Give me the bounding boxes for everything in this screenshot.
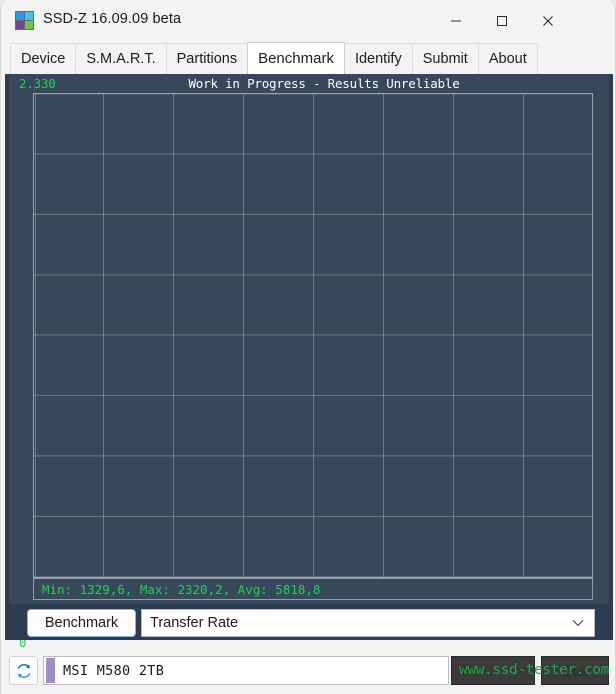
tab-identify[interactable]: Identify	[343, 43, 413, 74]
tab-submit[interactable]: Submit	[411, 43, 479, 74]
chevron-down-icon	[572, 620, 584, 627]
benchmark-controls: Benchmark Transfer Rate	[5, 604, 613, 640]
refresh-button[interactable]	[9, 656, 38, 685]
tab-strip: Device S.M.A.R.T. Partitions Benchmark I…	[1, 42, 615, 74]
close-icon	[543, 16, 553, 26]
tab-partitions[interactable]: Partitions	[165, 43, 249, 74]
tab-about[interactable]: About	[477, 43, 538, 74]
device-color-swatch	[46, 658, 55, 683]
minimize-button[interactable]	[433, 0, 479, 42]
chart-status-text: Work in Progress - Results Unreliable	[188, 76, 460, 91]
tab-device[interactable]: Device	[10, 43, 77, 74]
window-title: SSD-Z 16.09.09 beta	[43, 11, 182, 27]
status-bar: MSI M580 2TB P0 Quit	[1, 648, 615, 694]
title-bar: SSD-Z 16.09.09 beta	[1, 0, 615, 42]
chevron-down-icon	[515, 666, 526, 673]
benchmark-mode-select[interactable]: Transfer Rate	[141, 609, 595, 637]
chart-plot-grid	[33, 93, 593, 578]
refresh-icon	[17, 663, 30, 678]
device-name-label: MSI M580 2TB	[63, 662, 165, 679]
maximize-button[interactable]	[479, 0, 525, 42]
benchmark-mode-value: Transfer Rate	[150, 615, 239, 631]
device-select-field[interactable]: MSI M580 2TB	[43, 656, 449, 685]
chart-area: 2.330 Work in Progress - Results Unrelia…	[9, 74, 609, 650]
app-grid-icon	[15, 11, 34, 30]
tab-benchmark[interactable]: Benchmark	[247, 42, 345, 74]
port-select[interactable]: P0	[451, 656, 535, 685]
run-benchmark-button[interactable]: Benchmark	[27, 609, 136, 637]
minimize-icon	[451, 20, 461, 22]
quit-button[interactable]: Quit	[541, 656, 609, 685]
chart-stats-text: Min: 1329,6, Max: 2320,2, Avg: 5818,8	[42, 582, 321, 597]
tab-smart[interactable]: S.M.A.R.T.	[75, 43, 167, 74]
app-window: SSD-Z 16.09.09 beta Device S.M.A.R.T. Pa…	[0, 0, 616, 694]
chart-stats-box: Min: 1329,6, Max: 2320,2, Avg: 5818,8	[33, 578, 593, 600]
benchmark-panel: 2.330 Work in Progress - Results Unrelia…	[5, 74, 613, 650]
maximize-icon	[497, 16, 507, 26]
port-select-value: P0	[462, 662, 480, 679]
close-button[interactable]	[525, 0, 571, 42]
